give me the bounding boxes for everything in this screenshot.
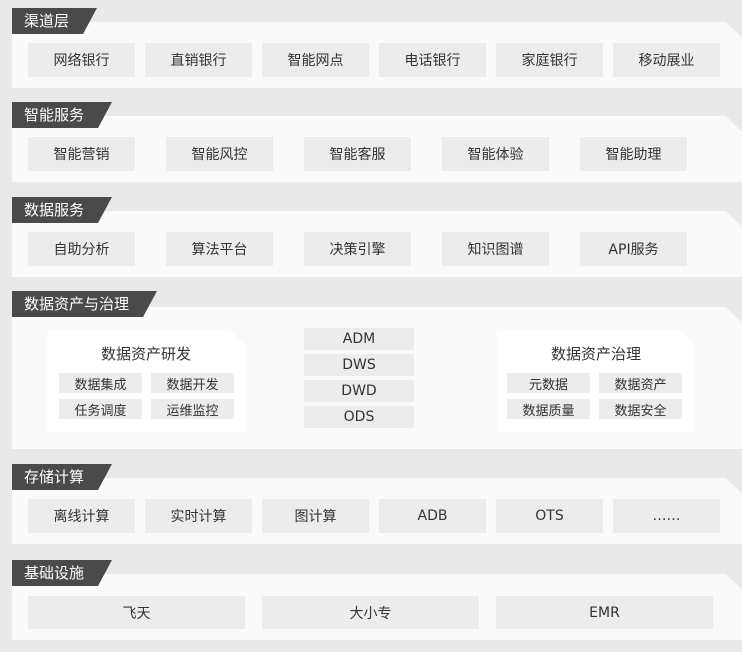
asset-gov-title: 数据资产治理: [550, 345, 641, 363]
asset-gov-item: 数据安全: [599, 399, 682, 419]
asset-dev-card: 数据资产研发 数据集成 数据开发 任务调度 运维监控: [47, 331, 245, 432]
compute-item: 实时计算: [145, 499, 252, 533]
layer-title: 数据资产与治理: [12, 291, 158, 317]
layer-smart-service: 智能服务 智能营销 智能风控 智能客服 智能体验 智能助理: [12, 102, 742, 182]
smart-item: 智能体验: [442, 137, 549, 171]
tier-dwd: DWD: [304, 380, 414, 402]
tier-dws: DWS: [304, 354, 414, 376]
data-service-item: 自助分析: [28, 232, 135, 266]
asset-gov-item: 元数据: [507, 373, 590, 393]
channel-item: 直销银行: [145, 43, 252, 77]
asset-gov-card: 数据资产治理 元数据 数据资产 数据质量 数据安全: [497, 331, 695, 432]
data-service-items: 自助分析 算法平台 决策引擎 知识图谱 API服务: [28, 232, 687, 266]
layer-storage-compute: 存储计算 离线计算 实时计算 图计算 ADB OTS ……: [12, 464, 742, 544]
channel-item: 家庭银行: [496, 43, 603, 77]
infra-item: 大小专: [262, 596, 479, 629]
compute-item: 离线计算: [28, 499, 135, 533]
compute-item: ……: [613, 499, 720, 533]
compute-item: 图计算: [262, 499, 369, 533]
layer-title: 存储计算: [12, 464, 113, 490]
asset-dev-item: 任务调度: [59, 399, 142, 419]
infra-item: 飞天: [28, 596, 245, 629]
data-service-item: 决策引擎: [304, 232, 411, 266]
smart-item: 智能客服: [304, 137, 411, 171]
asset-dev-item: 数据集成: [59, 373, 142, 393]
smart-item: 智能风控: [166, 137, 273, 171]
asset-gov-item: 数据质量: [507, 399, 590, 419]
layer-data-service: 数据服务 自助分析 算法平台 决策引擎 知识图谱 API服务: [12, 197, 742, 277]
data-service-item: 算法平台: [166, 232, 273, 266]
channel-item: 网络银行: [28, 43, 135, 77]
layer-title: 数据服务: [12, 197, 113, 223]
layer-channel: 渠道层 网络银行 直销银行 智能网点 电话银行 家庭银行 移动展业: [12, 8, 742, 88]
layer-data-governance: 数据资产与治理 数据资产研发 数据集成 数据开发 任务调度 运维监控 ADM D…: [12, 291, 742, 449]
smart-items: 智能营销 智能风控 智能客服 智能体验 智能助理: [28, 137, 687, 171]
tier-ods: ODS: [304, 406, 414, 428]
channel-item: 电话银行: [379, 43, 486, 77]
layer-title: 渠道层: [12, 8, 98, 34]
smart-item: 智能助理: [580, 137, 687, 171]
channel-item: 移动展业: [613, 43, 720, 77]
channel-items: 网络银行 直销银行 智能网点 电话银行 家庭银行 移动展业: [28, 43, 720, 77]
compute-item: ADB: [379, 499, 486, 533]
layer-title: 基础设施: [12, 560, 113, 586]
infra-items: 飞天 大小专 EMR: [28, 596, 713, 629]
compute-item: OTS: [496, 499, 603, 533]
asset-dev-item: 运维监控: [151, 399, 234, 419]
asset-dev-item: 数据开发: [151, 373, 234, 393]
asset-dev-title: 数据资产研发: [100, 345, 191, 363]
warehouse-tiers: ADM DWS DWD ODS: [304, 328, 414, 428]
infra-item: EMR: [496, 596, 713, 629]
smart-item: 智能营销: [28, 137, 135, 171]
data-service-item: 知识图谱: [442, 232, 549, 266]
compute-items: 离线计算 实时计算 图计算 ADB OTS ……: [28, 499, 720, 533]
tier-adm: ADM: [304, 328, 414, 350]
asset-gov-item: 数据资产: [599, 373, 682, 393]
layer-title: 智能服务: [12, 102, 113, 128]
layer-infrastructure: 基础设施 飞天 大小专 EMR: [12, 560, 742, 640]
channel-item: 智能网点: [262, 43, 369, 77]
data-service-item: API服务: [580, 232, 687, 266]
